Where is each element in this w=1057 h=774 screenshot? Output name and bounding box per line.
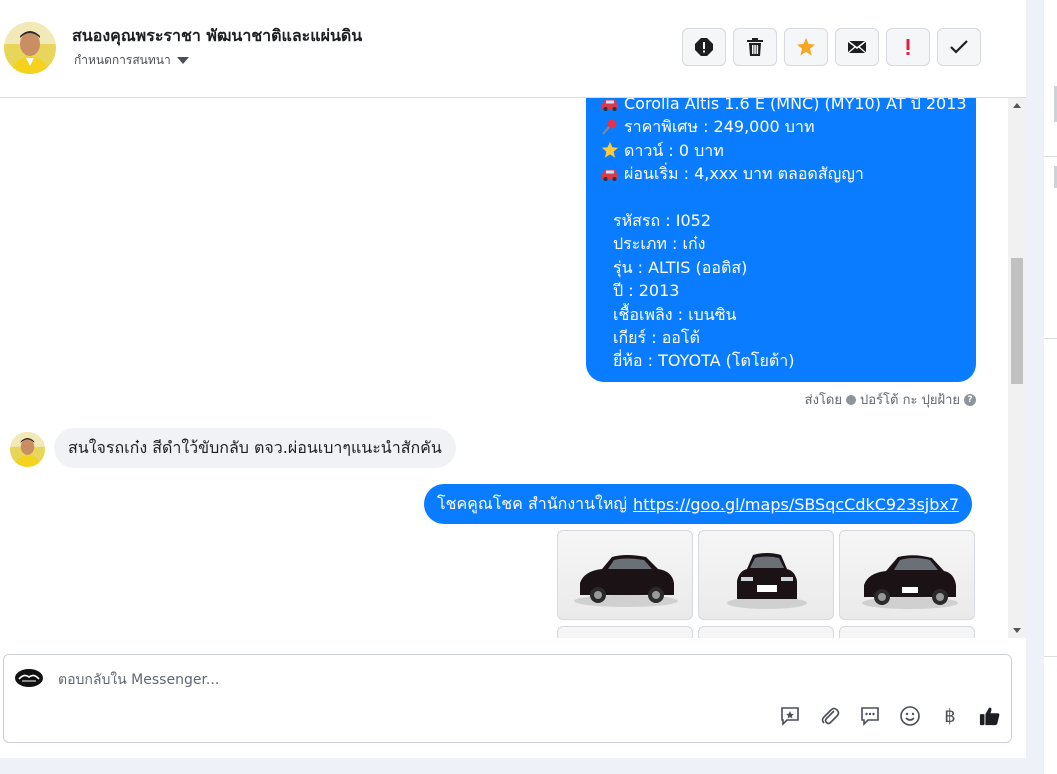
listing-line-text: ดาวน์ : 0 บาท	[624, 140, 724, 160]
sent-by-label: ส่งโดย	[804, 393, 842, 408]
listing-line: ราคาพิเศษ : 249,000 บาท	[600, 115, 967, 138]
listing-lines: Corolla Altis 1.6 E (MNC) (MY10) AT ปี 2…	[600, 98, 967, 373]
scroll-thumb[interactable]	[1011, 258, 1023, 384]
car-icon	[600, 98, 620, 113]
manage-conversation-dropdown[interactable]: กำหนดการสนทนา	[74, 51, 189, 70]
car-icon	[600, 165, 620, 183]
incoming-message[interactable]: สนใจรถเก๋ง สีดำใว้ขับกลับ ตจว.ผ่อนเบาๆแน…	[54, 428, 456, 468]
saved-reply-icon	[781, 707, 799, 726]
contact-avatar-small[interactable]	[10, 432, 45, 467]
manage-conversation-label: กำหนดการสนทนา	[74, 53, 171, 67]
star-button[interactable]	[784, 28, 828, 66]
page-avatar	[14, 667, 44, 689]
quick-reply-button[interactable]	[859, 705, 881, 727]
listing-line: ดาวน์ : 0 บาท	[600, 139, 967, 162]
baht-icon: ฿	[944, 705, 956, 727]
reply-message[interactable]: โชคคูณโชค สำนักงานใหญ่ https://goo.gl/ma…	[424, 484, 973, 524]
reply-message-text: โชคคูณโชค สำนักงานใหญ่	[437, 493, 628, 513]
alert-circle-icon	[695, 38, 713, 56]
like-button[interactable]	[979, 705, 1001, 727]
mark-spam-button[interactable]	[682, 28, 726, 66]
envelope-icon	[847, 40, 867, 54]
listing-line: ผ่อนเริ่ม : 4,xxx บาท ตลอดสัญญา	[600, 162, 967, 185]
follow-up-button[interactable]	[886, 28, 930, 66]
pushpin-icon	[600, 118, 620, 136]
attach-button[interactable]	[819, 705, 841, 727]
paperclip-icon	[821, 707, 840, 725]
verified-icon	[846, 394, 856, 405]
car-photo[interactable]	[839, 626, 975, 638]
car-photo[interactable]	[557, 530, 693, 620]
spec-line: เกียร์ : ออโต้	[613, 327, 700, 347]
payment-button[interactable]: ฿	[939, 705, 961, 727]
delete-button[interactable]	[733, 28, 777, 66]
composer-tools: ฿	[779, 705, 1001, 727]
contact-name[interactable]: สนองคุณพระราชา พัฒนาชาติและแผ่นดิน	[72, 24, 362, 49]
incoming-message-text: สนใจรถเก๋ง สีดำใว้ขับกลับ ตจว.ผ่อนเบาๆแน…	[68, 437, 442, 457]
thumbs-up-icon	[979, 707, 1000, 726]
star-icon	[600, 141, 620, 159]
sent-by-info: ส่งโดย ปอร์โต้ กะ ปุยฝ้าย ?	[805, 389, 976, 410]
scroll-up-arrow-icon[interactable]	[1013, 103, 1021, 108]
scroll-down-arrow-icon[interactable]	[1013, 628, 1021, 633]
chevron-down-icon	[176, 57, 189, 64]
spec-line: รหัสรถ : I052	[613, 210, 712, 230]
thread-scrollbar[interactable]	[1008, 98, 1026, 638]
sent-by-name[interactable]: ปอร์โต้ กะ ปุยฝ้าย	[860, 389, 960, 410]
help-icon[interactable]: ?	[964, 393, 976, 406]
divider	[1044, 156, 1057, 157]
check-icon	[950, 40, 968, 54]
spec-line: รุ่น : ALTIS (ออติส)	[613, 257, 748, 277]
messenger-panel: สนองคุณพระราชา พัฒนาชาติและแผ่นดิน กำหนด…	[0, 0, 1026, 758]
spec-line: เชื้อเพลิง : เบนซิน	[613, 304, 737, 324]
listing-line: Corolla Altis 1.6 E (MNC) (MY10) AT ปี 2…	[600, 98, 967, 115]
divider	[1044, 338, 1057, 339]
trash-icon	[747, 38, 763, 56]
divider	[1044, 656, 1057, 657]
car-photo[interactable]	[698, 626, 834, 638]
saved-reply-button[interactable]	[779, 705, 801, 727]
header-actions	[682, 28, 981, 66]
listing-line-text: ราคาพิเศษ : 249,000 บาท	[624, 117, 815, 137]
spec-line: ประเภท : เก๋ง	[613, 234, 706, 254]
spec-line: ยี่ห้อ : TOYOTA (โตโยต้า)	[613, 351, 795, 371]
message-thread[interactable]: Corolla Altis 1.6 E (MNC) (MY10) AT ปี 2…	[0, 98, 1008, 638]
car-photo[interactable]	[698, 530, 834, 620]
car-photo[interactable]	[557, 626, 693, 638]
chat-bubble-icon	[861, 707, 879, 726]
reply-input[interactable]	[58, 669, 658, 691]
mark-done-button[interactable]	[937, 28, 981, 66]
listing-line-text: Corolla Altis 1.6 E (MNC) (MY10) AT ปี 2…	[624, 98, 967, 113]
mark-unread-button[interactable]	[835, 28, 879, 66]
smiley-icon	[900, 706, 920, 726]
message-composer: ฿	[3, 654, 1012, 743]
star-icon	[797, 38, 815, 56]
spec-line: ปี : 2013	[613, 281, 680, 301]
conversation-header: สนองคุณพระราชา พัฒนาชาติและแผ่นดิน กำหนด…	[0, 0, 1026, 98]
exclamation-icon	[906, 39, 910, 55]
car-listing-message[interactable]: Corolla Altis 1.6 E (MNC) (MY10) AT ปี 2…	[586, 98, 976, 382]
contact-avatar[interactable]	[4, 22, 56, 74]
car-photo[interactable]	[839, 530, 975, 620]
maps-link[interactable]: https://goo.gl/maps/SBSqcCdkC923sjbx7	[633, 495, 959, 514]
emoji-button[interactable]	[899, 705, 921, 727]
listing-line-text: ผ่อนเริ่ม : 4,xxx บาท ตลอดสัญญา	[624, 164, 864, 184]
